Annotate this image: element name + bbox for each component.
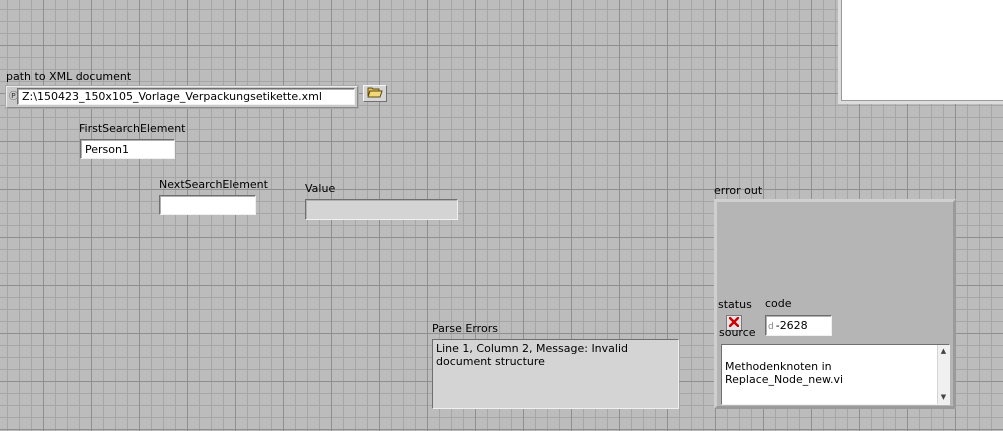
error-out-label: error out bbox=[714, 184, 763, 197]
source-text: Methodenknoten in Replace_Node_new.vi bbox=[725, 360, 844, 386]
next-search-input[interactable] bbox=[159, 195, 256, 215]
path-input[interactable]: Z:\150423_150x105_Vorlage_Verpackungseti… bbox=[17, 88, 355, 105]
browse-button[interactable] bbox=[363, 85, 387, 102]
scroll-up-arrow-icon[interactable]: ▲ bbox=[938, 346, 949, 357]
first-search-input[interactable]: Person1 bbox=[80, 139, 175, 159]
next-search-label: NextSearchElement bbox=[159, 178, 268, 191]
source-scrollbar[interactable]: ▲ ▼ bbox=[937, 345, 949, 404]
code-indicator: d -2628 bbox=[765, 315, 832, 336]
parse-errors-indicator: Line 1, Column 2, Message: Invalid docum… bbox=[432, 339, 679, 409]
first-search-label: FirstSearchElement bbox=[79, 122, 186, 135]
front-panel-white-area bbox=[838, 0, 1003, 104]
code-label: code bbox=[765, 297, 792, 310]
source-indicator: Methodenknoten in Replace_Node_new.vi ▲ … bbox=[721, 344, 950, 405]
source-label: source bbox=[719, 326, 756, 339]
scroll-down-arrow-icon[interactable]: ▼ bbox=[938, 392, 949, 403]
code-radix-indicator: d bbox=[768, 322, 774, 332]
path-label: path to XML document bbox=[6, 70, 132, 83]
status-label: status bbox=[718, 298, 752, 311]
path-type-indicator: Ⓟ bbox=[9, 92, 19, 102]
code-value: -2628 bbox=[775, 319, 808, 332]
parse-errors-label: Parse Errors bbox=[432, 322, 498, 335]
value-label: Value bbox=[305, 182, 336, 195]
folder-open-icon bbox=[367, 86, 383, 101]
value-indicator bbox=[305, 199, 458, 220]
